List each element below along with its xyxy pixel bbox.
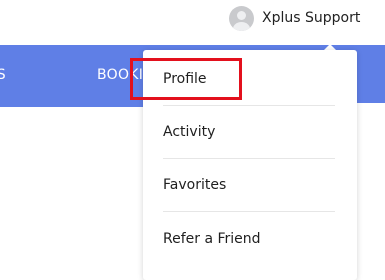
menu-item-label: Favorites [163,177,227,193]
user-menu-trigger[interactable]: Xplus Support [229,4,360,32]
menu-item-label: Refer a Friend [163,230,261,247]
user-name[interactable]: Xplus Support [262,10,360,26]
nav-item-left[interactable]: NS [0,67,6,83]
menu-item-refer-a-friend[interactable]: Refer a Friend [163,212,335,265]
menu-item-favorites[interactable]: Favorites [163,159,335,212]
profile-highlight-box [130,58,242,100]
menu-item-activity[interactable]: Activity [163,106,335,159]
menu-item-label: Activity [163,124,216,140]
user-avatar-icon[interactable] [229,5,254,31]
